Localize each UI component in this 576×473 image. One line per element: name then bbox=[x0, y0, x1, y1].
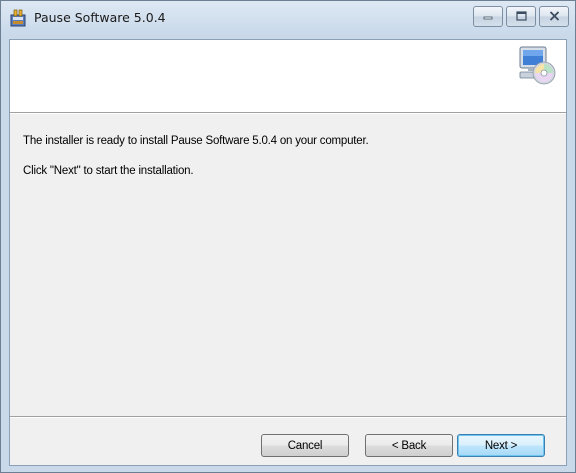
cancel-button[interactable]: Cancel bbox=[261, 434, 349, 457]
ready-message: The installer is ready to install Pause … bbox=[23, 135, 369, 147]
next-button[interactable]: Next > bbox=[457, 434, 545, 457]
maximize-icon bbox=[515, 8, 527, 26]
computer-cd-icon bbox=[517, 45, 557, 85]
close-icon bbox=[549, 8, 560, 26]
title-bar[interactable]: Pause Software 5.0.4 bbox=[1, 1, 575, 39]
close-button[interactable] bbox=[539, 6, 569, 27]
back-button[interactable]: < Back bbox=[365, 434, 453, 457]
banner-divider bbox=[10, 113, 566, 114]
caption-buttons bbox=[473, 6, 569, 28]
minimize-icon bbox=[483, 8, 493, 26]
installer-icon bbox=[10, 9, 28, 27]
wizard-panel: The installer is ready to install Pause … bbox=[9, 39, 567, 466]
instruction-message: Click "Next" to start the installation. bbox=[23, 165, 194, 177]
header-banner bbox=[10, 40, 566, 113]
footer-divider bbox=[10, 416, 566, 418]
installer-window: Pause Software 5.0.4 The installer is re… bbox=[0, 0, 576, 473]
maximize-button[interactable] bbox=[506, 6, 536, 27]
window-title: Pause Software 5.0.4 bbox=[34, 10, 166, 25]
minimize-button[interactable] bbox=[473, 6, 503, 27]
